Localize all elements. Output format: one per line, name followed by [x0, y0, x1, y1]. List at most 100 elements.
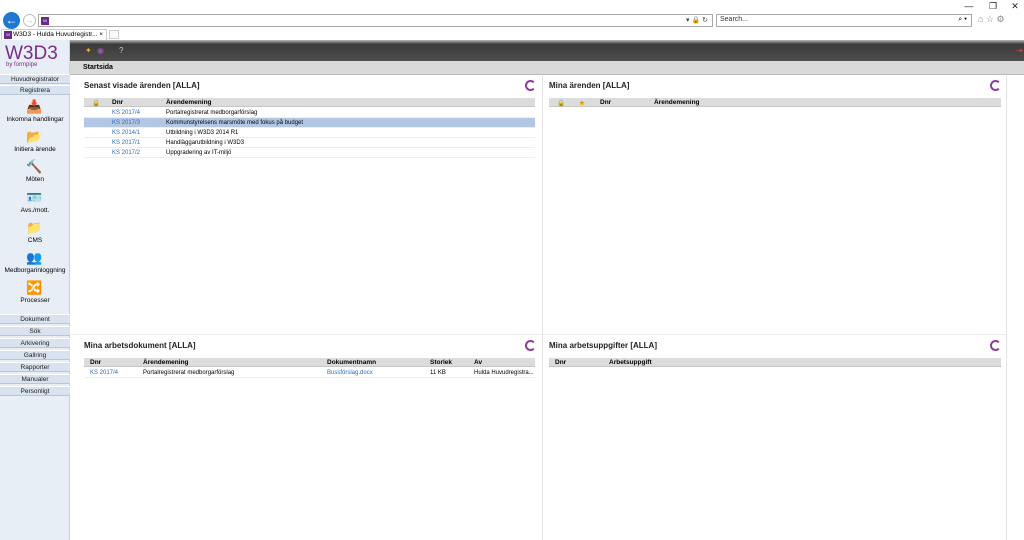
sidebar: W3D3 by formpipe Huvudregistrator Regist…	[0, 40, 70, 540]
nav-rapporter[interactable]: Rapporter	[0, 362, 70, 372]
case-title: Portalregistrerat medborgarförslag	[143, 370, 235, 376]
user-icon[interactable]: ✦	[85, 46, 92, 55]
panel-my-tasks: Mina arbetsuppgifter [ALLA] Dnr Arbetsup…	[549, 340, 1001, 536]
case-title: Utbildning i W3D3 2014 R1	[166, 130, 239, 136]
contact-card-icon: 🪪	[26, 190, 43, 205]
col-av[interactable]: Av	[474, 359, 482, 366]
app-toolbar: ✦ ◉ ? ⇥	[70, 40, 1024, 61]
back-arrow-icon[interactable]: ←	[3, 12, 20, 29]
tool-moten[interactable]: 🔨 Möten	[0, 159, 70, 187]
col-arendemening[interactable]: Ärendemening	[143, 359, 189, 366]
dnr-link[interactable]: KS 2017/4	[112, 110, 140, 116]
dnr-link[interactable]: KS 2017/1	[112, 140, 140, 146]
nav-arkivering[interactable]: Arkivering	[0, 338, 70, 348]
star-icon: ★	[579, 100, 585, 107]
nav-sok[interactable]: Sök	[0, 326, 70, 336]
tool-initiera-arende[interactable]: 📂 Initiera ärende	[0, 129, 70, 157]
panel-my-cases: Mina ärenden [ALLA] 🔒 ★ Dnr Ärendemening	[549, 80, 1001, 331]
table-row[interactable]: KS 2017/3 Kommunstyrelsens marsmöte med …	[84, 118, 535, 128]
restore-button[interactable]: ❐	[982, 0, 1004, 12]
dnr-link[interactable]: KS 2017/3	[112, 120, 140, 126]
tool-avs-mott[interactable]: 🪪 Avs./mott.	[0, 190, 70, 218]
case-title: Portalregistrerat medborgarförslag	[166, 110, 258, 116]
nav-dokument[interactable]: Dokument	[0, 314, 70, 324]
new-tab-button[interactable]	[109, 30, 119, 39]
col-arendemening[interactable]: Ärendemening	[166, 99, 212, 106]
tab-title: W3D3 - Hulda Huvudregistr...	[13, 31, 98, 38]
help-icon[interactable]: ?	[119, 46, 123, 55]
nav-registrera[interactable]: Registrera	[0, 85, 70, 95]
page-header: Startsida	[70, 61, 1024, 75]
panel-divider-horizontal	[70, 334, 1010, 335]
tool-label: Möten	[25, 176, 45, 183]
tool-label: Processer	[20, 297, 50, 304]
panel-divider-vertical	[542, 76, 543, 540]
dnr-link[interactable]: KS 2017/2	[112, 150, 140, 156]
forward-arrow-icon[interactable]: →	[23, 14, 36, 27]
table-row[interactable]: KS 2014/1 Utbildning i W3D3 2014 R1	[84, 128, 535, 138]
tool-label: Inkomna handlingar	[6, 116, 64, 123]
col-dokumentnamn[interactable]: Dokumentnamn	[327, 359, 376, 366]
lock-icon: 🔒	[557, 100, 566, 107]
tool-label: Medborgarinloggning	[4, 267, 66, 274]
nav-gallring[interactable]: Gallring	[0, 350, 70, 360]
nav-manualer[interactable]: Manualer	[0, 374, 70, 384]
address-bar[interactable]: W ▾ 🔒 ↻	[38, 14, 713, 27]
col-dnr[interactable]: Dnr	[112, 99, 123, 106]
col-dnr[interactable]: Dnr	[600, 99, 611, 106]
minimize-button[interactable]: —	[958, 0, 980, 12]
refresh-icon[interactable]	[525, 80, 536, 91]
col-arendemening[interactable]: Ärendemening	[654, 99, 700, 106]
case-title: Uppgradering av IT-miljö	[166, 150, 232, 156]
table-row[interactable]: KS 2017/4 Portalregistrerat medborgarför…	[84, 368, 535, 378]
document-size: 11 KB	[430, 370, 446, 376]
panel-title: Senast visade ärenden [ALLA]	[84, 81, 200, 90]
dnr-link[interactable]: KS 2014/1	[112, 130, 140, 136]
tool-processer[interactable]: 🔀 Processer	[0, 280, 70, 308]
panel-my-documents: Mina arbetsdokument [ALLA] Dnr Ärendemen…	[84, 340, 536, 536]
document-link[interactable]: Bussförslag.docx	[327, 370, 373, 376]
sync-icon[interactable]: ◉	[97, 46, 104, 55]
nav-personligt[interactable]: Personligt	[0, 386, 70, 396]
folder-add-icon: 📂	[26, 129, 43, 144]
address-bar-icons[interactable]: ▾ 🔒 ↻	[686, 16, 708, 24]
tool-medborgarinloggning[interactable]: 👥 Medborgarinloggning	[0, 250, 70, 278]
refresh-icon[interactable]	[990, 80, 1001, 91]
col-storlek[interactable]: Storlek	[430, 359, 452, 366]
table-header: Dnr Ärendemening Dokumentnamn Storlek Av	[84, 358, 535, 367]
refresh-icon[interactable]	[525, 340, 536, 351]
browser-chrome: — ❐ ✕ ← → W ▾ 🔒 ↻ Search... ⌕ ▾ ⌂ ☆ ⚙ W …	[0, 0, 1024, 40]
search-icon[interactable]: ⌕ ▾	[958, 16, 967, 24]
tool-inkomna-handlingar[interactable]: 📥 Inkomna handlingar	[0, 99, 70, 127]
tool-cms[interactable]: 📁 CMS	[0, 220, 70, 248]
refresh-icon[interactable]	[990, 340, 1001, 351]
vertical-scrollbar[interactable]	[1006, 76, 1024, 540]
dnr-link[interactable]: KS 2017/4	[90, 370, 118, 376]
close-window-button[interactable]: ✕	[1004, 0, 1024, 12]
table-row[interactable]: KS 2017/4 Portalregistrerat medborgarför…	[84, 108, 535, 118]
process-icon: 🔀	[26, 280, 43, 295]
case-title: Kommunstyrelsens marsmöte med fokus på b…	[166, 120, 304, 126]
search-placeholder: Search...	[720, 16, 749, 23]
col-arbetsuppgift[interactable]: Arbetsuppgift	[609, 359, 652, 366]
table-header: 🔒 ★ Dnr Ärendemening	[549, 98, 1001, 107]
document-author: Hulda Huvudregistra...	[474, 370, 534, 376]
case-title: Handläggarutbildning i W3D3	[166, 140, 245, 146]
citizen-login-icon: 👥	[26, 250, 43, 265]
logout-icon[interactable]: ⇥	[1016, 46, 1023, 55]
tool-label: Avs./mott.	[20, 207, 50, 214]
browser-toolbar-icons[interactable]: ⌂ ☆ ⚙	[978, 14, 1005, 25]
table-row[interactable]: KS 2017/1 Handläggarutbildning i W3D3	[84, 138, 535, 148]
tab-close-icon[interactable]: ×	[99, 30, 103, 40]
nav-huvudregistrator[interactable]: Huvudregistrator	[0, 74, 70, 84]
panel-recent-cases: Senast visade ärenden [ALLA] 🔒 Dnr Ärend…	[84, 80, 536, 331]
tool-label: Initiera ärende	[14, 146, 56, 153]
panel-title: Mina arbetsdokument [ALLA]	[84, 341, 196, 350]
lock-icon: 🔒	[92, 100, 101, 107]
table-row[interactable]: KS 2017/2 Uppgradering av IT-miljö	[84, 148, 535, 158]
col-dnr[interactable]: Dnr	[555, 359, 566, 366]
col-dnr[interactable]: Dnr	[90, 359, 101, 366]
page-title: Startsida	[83, 64, 113, 71]
search-input[interactable]: Search... ⌕ ▾	[716, 14, 972, 27]
browser-tab[interactable]: W W3D3 - Hulda Huvudregistr... ×	[1, 29, 107, 40]
